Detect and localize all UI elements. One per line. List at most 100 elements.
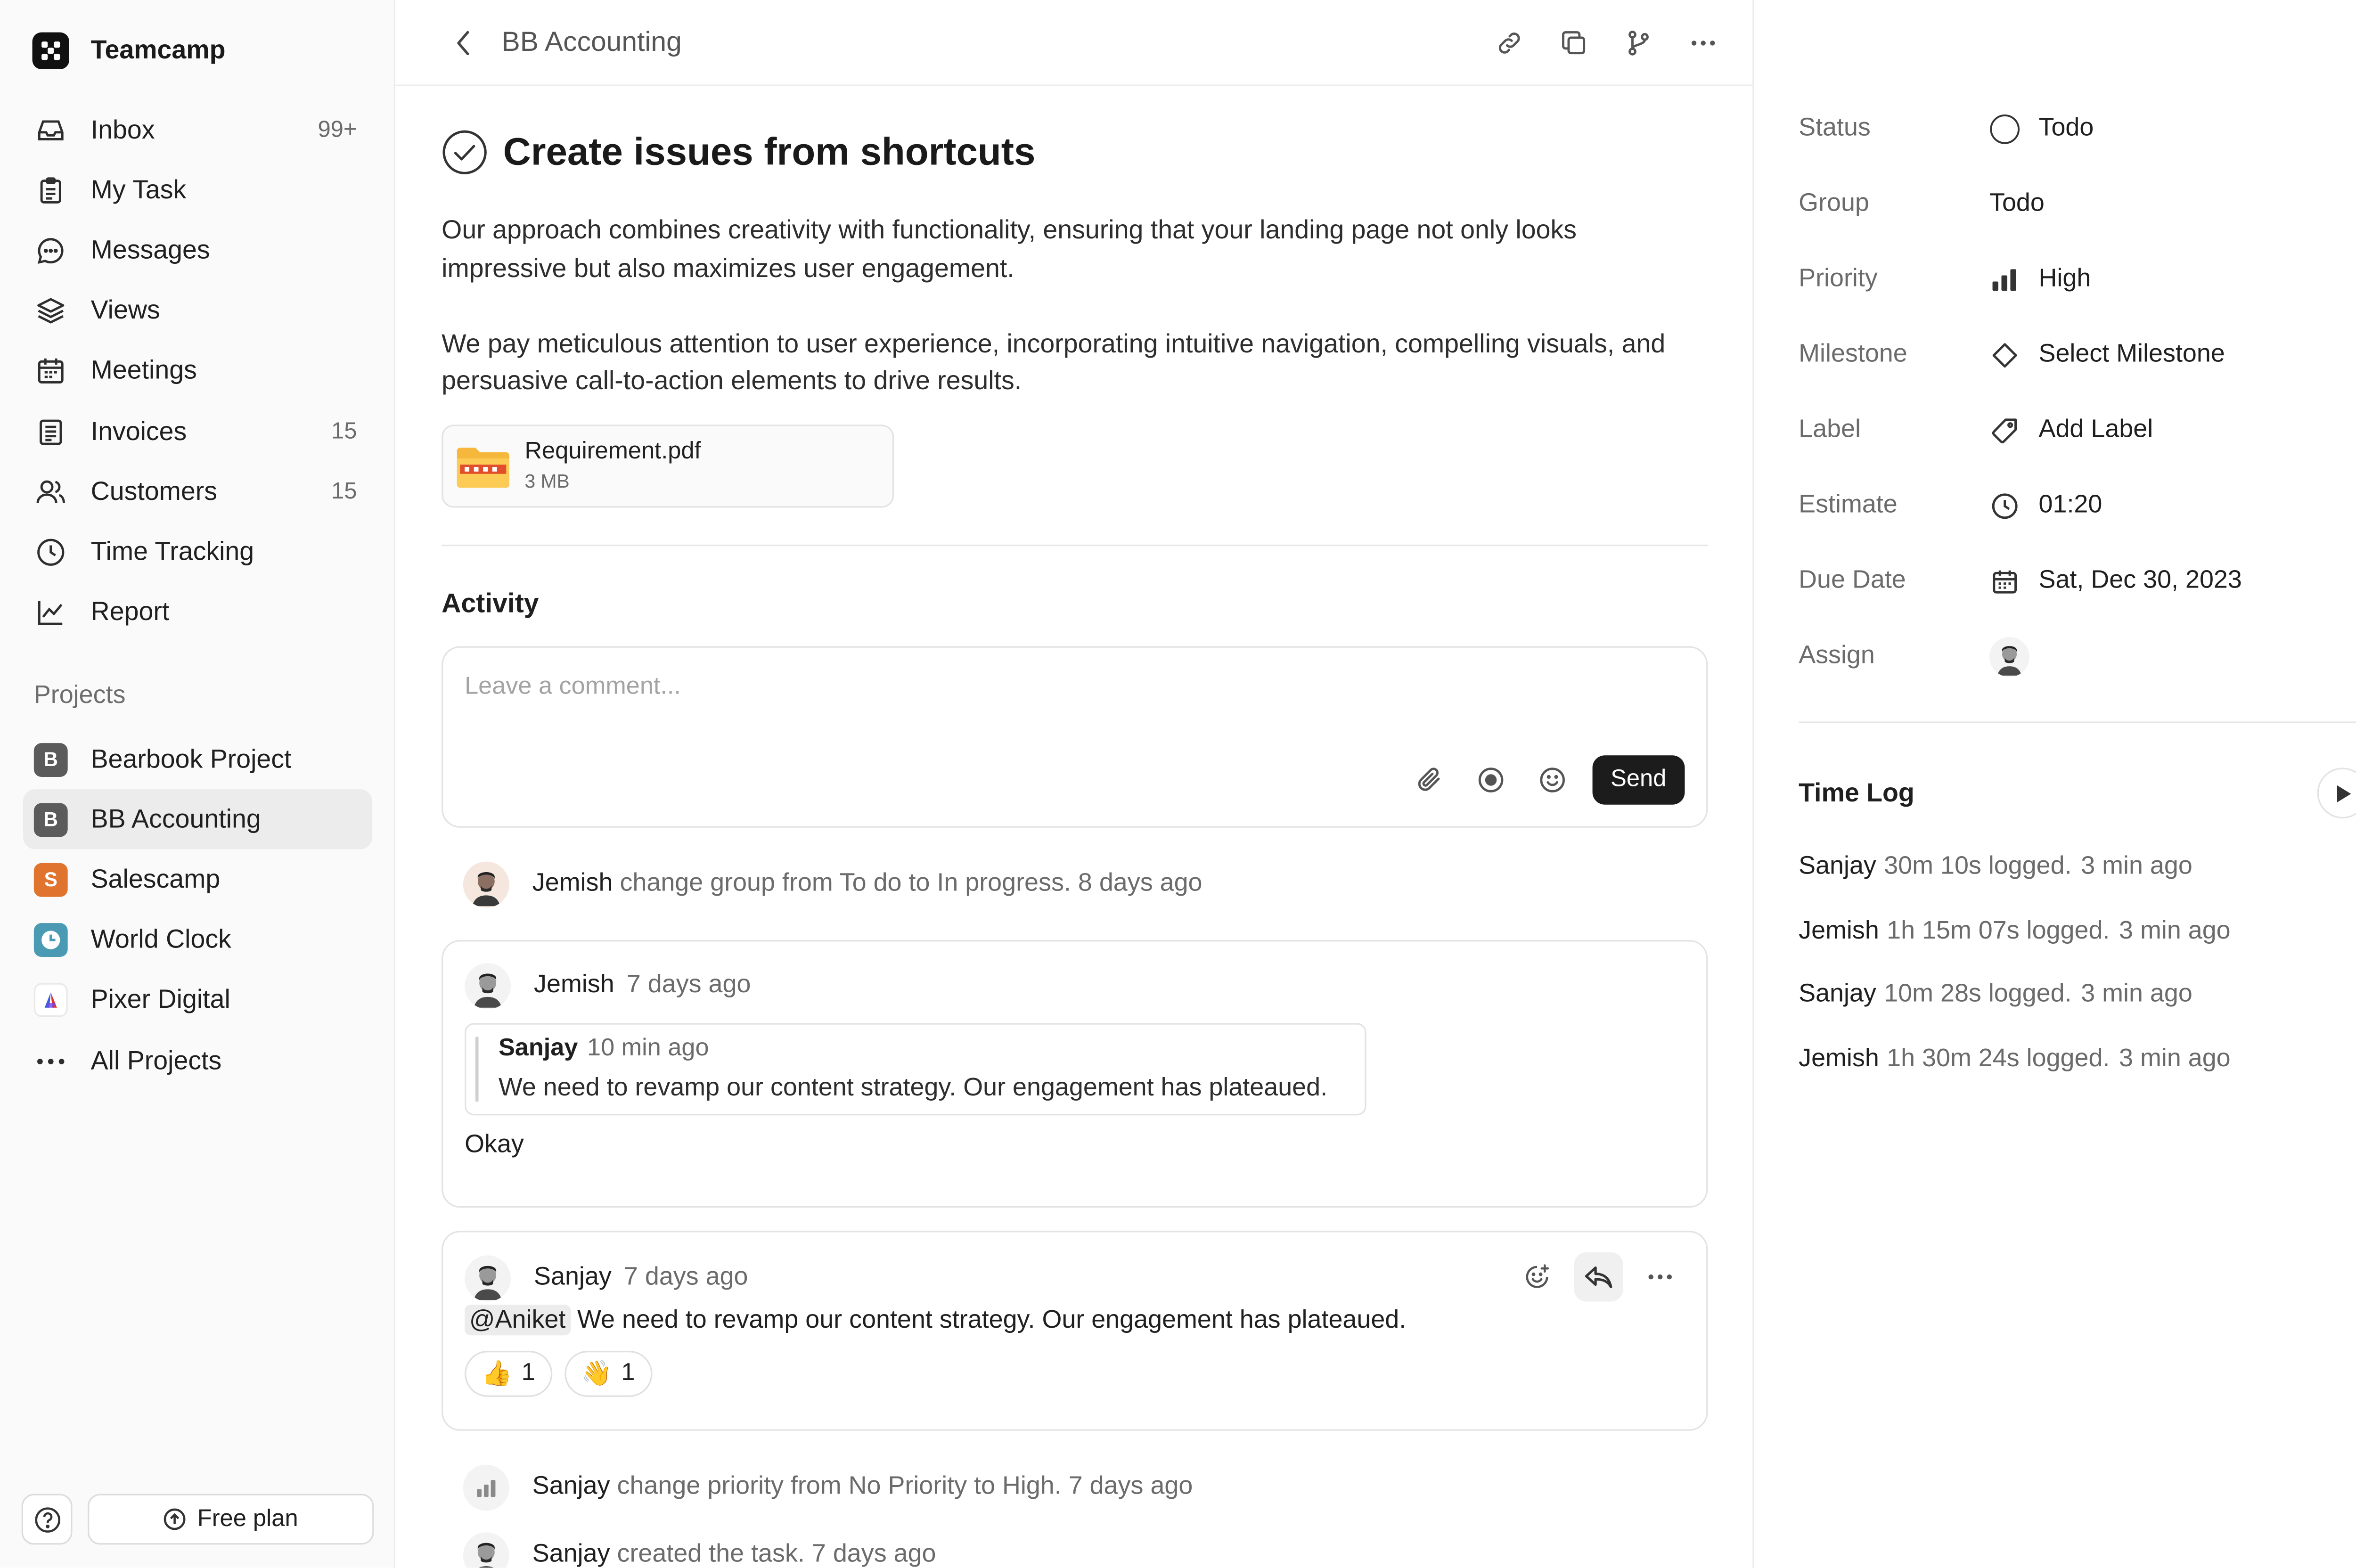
- prop-value[interactable]: [1989, 636, 2029, 677]
- project-item-bb-accounting[interactable]: B BB Accounting: [23, 789, 373, 850]
- nav-label: Invoices: [90, 416, 187, 446]
- event-user[interactable]: Sanjay: [532, 1540, 610, 1568]
- assignee-avatar[interactable]: [1989, 636, 2029, 677]
- emoji-button[interactable]: [1530, 758, 1573, 800]
- copy-link-button[interactable]: [1491, 24, 1528, 61]
- mention-tag[interactable]: @Aniket: [465, 1304, 571, 1335]
- prop-group[interactable]: Group Todo: [1799, 166, 2356, 242]
- reaction-count: 1: [521, 1359, 535, 1386]
- divider: [442, 544, 1708, 546]
- prop-label: Label: [1799, 415, 1861, 443]
- attachment-size: 3 MB: [524, 471, 570, 492]
- nav-item-inbox[interactable]: Inbox 99+: [23, 100, 372, 160]
- comment-more-button[interactable]: [1636, 1251, 1685, 1300]
- reply-button[interactable]: [1574, 1251, 1623, 1301]
- start-timer-button[interactable]: [2317, 768, 2356, 819]
- project-item-pixer-digital[interactable]: Pixer Digital: [23, 971, 372, 1031]
- prop-label: Group: [1799, 189, 1869, 217]
- reaction-count: 1: [621, 1359, 635, 1386]
- prop-status[interactable]: Status Todo: [1799, 91, 2356, 166]
- prop-assign[interactable]: Assign: [1799, 619, 2356, 694]
- attachment-card[interactable]: Requirement.pdf 3 MB: [442, 424, 894, 507]
- branch-button[interactable]: [1620, 24, 1657, 61]
- project-item-bearbook[interactable]: B Bearbook Project: [23, 729, 372, 790]
- back-button[interactable]: [446, 25, 480, 59]
- project-item-salescamp[interactable]: S Salescamp: [23, 850, 372, 910]
- prop-label: Milestone: [1799, 340, 1907, 368]
- nav-label: Time Tracking: [90, 537, 254, 566]
- project-item-all-projects[interactable]: All Projects: [23, 1031, 372, 1091]
- avatar[interactable]: [463, 860, 509, 907]
- diamond-icon: [1989, 339, 2020, 370]
- prop-value[interactable]: Todo: [1989, 113, 2094, 144]
- prop-value[interactable]: High: [1989, 264, 2091, 294]
- comment-author[interactable]: Jemish: [534, 971, 614, 1000]
- prop-label-field[interactable]: Label Add Label: [1799, 392, 2356, 468]
- log-time: 3 min ago: [2081, 980, 2192, 1009]
- avatar[interactable]: [465, 962, 511, 1009]
- log-duration: 1h 15m 07s logged.: [1887, 916, 2110, 945]
- prop-value[interactable]: Select Milestone: [1989, 339, 2225, 370]
- activity-heading: Activity: [442, 587, 539, 618]
- chart-line-icon: [34, 596, 68, 629]
- log-user[interactable]: Jemish: [1799, 1045, 1879, 1074]
- nav-item-report[interactable]: Report: [23, 582, 372, 643]
- prop-value[interactable]: Todo: [1989, 189, 2045, 219]
- event-user[interactable]: Sanjay: [532, 1472, 610, 1500]
- comment-author[interactable]: Sanjay: [534, 1263, 612, 1292]
- nav-item-messages[interactable]: Messages: [23, 220, 372, 281]
- add-reaction-button[interactable]: [1513, 1251, 1562, 1300]
- comment-body: @Aniket We need to revamp our content st…: [465, 1304, 1685, 1335]
- nav-item-my-task[interactable]: My Task: [23, 160, 372, 220]
- comment-composer[interactable]: Leave a comment... Send: [442, 645, 1708, 827]
- avatar[interactable]: [463, 1531, 509, 1568]
- nav-label: Messages: [90, 235, 210, 265]
- nav-item-views[interactable]: Views: [23, 281, 372, 341]
- event-action: change group from To do to In progress.: [620, 869, 1071, 897]
- nav-label: Inbox: [90, 114, 155, 144]
- log-user[interactable]: Sanjay: [1799, 981, 1876, 1010]
- check-circle-icon[interactable]: [442, 129, 488, 175]
- prop-value[interactable]: 01:20: [1989, 490, 2102, 521]
- log-user[interactable]: Sanjay: [1799, 853, 1876, 882]
- nav-item-customers[interactable]: Customers 15: [23, 462, 372, 522]
- comment-input[interactable]: Leave a comment...: [465, 673, 681, 701]
- free-plan-button[interactable]: Free plan: [88, 1494, 374, 1545]
- prop-milestone[interactable]: Milestone Select Milestone: [1799, 317, 2356, 392]
- attach-button[interactable]: [1407, 758, 1450, 800]
- log-duration: 1h 30m 24s logged.: [1887, 1045, 2110, 1073]
- more-horizontal-icon: [1648, 1274, 1672, 1279]
- time-log-heading: Time Log: [1799, 778, 1914, 808]
- brand[interactable]: Teamcamp: [32, 32, 226, 69]
- nav-count: 15: [331, 418, 357, 445]
- help-button[interactable]: [21, 1494, 73, 1545]
- event-user[interactable]: Jemish: [532, 869, 613, 897]
- task-title[interactable]: Create issues from shortcuts: [503, 130, 1036, 175]
- prop-due-date[interactable]: Due Date Sat, Dec 30, 2023: [1799, 543, 2356, 619]
- avatar[interactable]: [465, 1254, 511, 1301]
- comment-time: 7 days ago: [626, 971, 751, 999]
- send-button[interactable]: Send: [1592, 754, 1685, 804]
- prop-estimate[interactable]: Estimate 01:20: [1799, 468, 2356, 543]
- nav-item-meetings[interactable]: Meetings: [23, 341, 372, 401]
- activity-event: Sanjay change priority from No Priority …: [442, 1459, 1708, 1515]
- task-description[interactable]: Our approach combines creativity with fu…: [442, 212, 1708, 401]
- prop-priority[interactable]: Priority High: [1799, 242, 2356, 317]
- event-text: Jemish change group from To do to In pro…: [532, 869, 1203, 898]
- prop-value[interactable]: Sat, Dec 30, 2023: [1989, 565, 2242, 596]
- property-list: Status Todo Group Todo Priority High Mil…: [1799, 91, 2356, 694]
- priority-value: High: [2038, 264, 2091, 293]
- more-options-button[interactable]: [1685, 24, 1722, 61]
- log-user[interactable]: Jemish: [1799, 917, 1879, 946]
- reaction-chip[interactable]: 👍 1: [465, 1350, 552, 1396]
- quote-header: Sanjay 10 min ago: [466, 1035, 1365, 1062]
- prop-value[interactable]: Add Label: [1989, 415, 2153, 445]
- nav-item-invoices[interactable]: Invoices 15: [23, 401, 372, 462]
- nav-label: Meetings: [90, 356, 197, 385]
- reaction-chip[interactable]: 👋 1: [564, 1350, 652, 1396]
- nav-item-time-tracking[interactable]: Time Tracking: [23, 522, 372, 582]
- duplicate-button[interactable]: [1555, 24, 1592, 61]
- record-button[interactable]: [1469, 758, 1512, 800]
- project-item-world-clock[interactable]: World Clock: [23, 910, 372, 971]
- quoted-reply[interactable]: Sanjay 10 min ago We need to revamp our c…: [465, 1022, 1366, 1115]
